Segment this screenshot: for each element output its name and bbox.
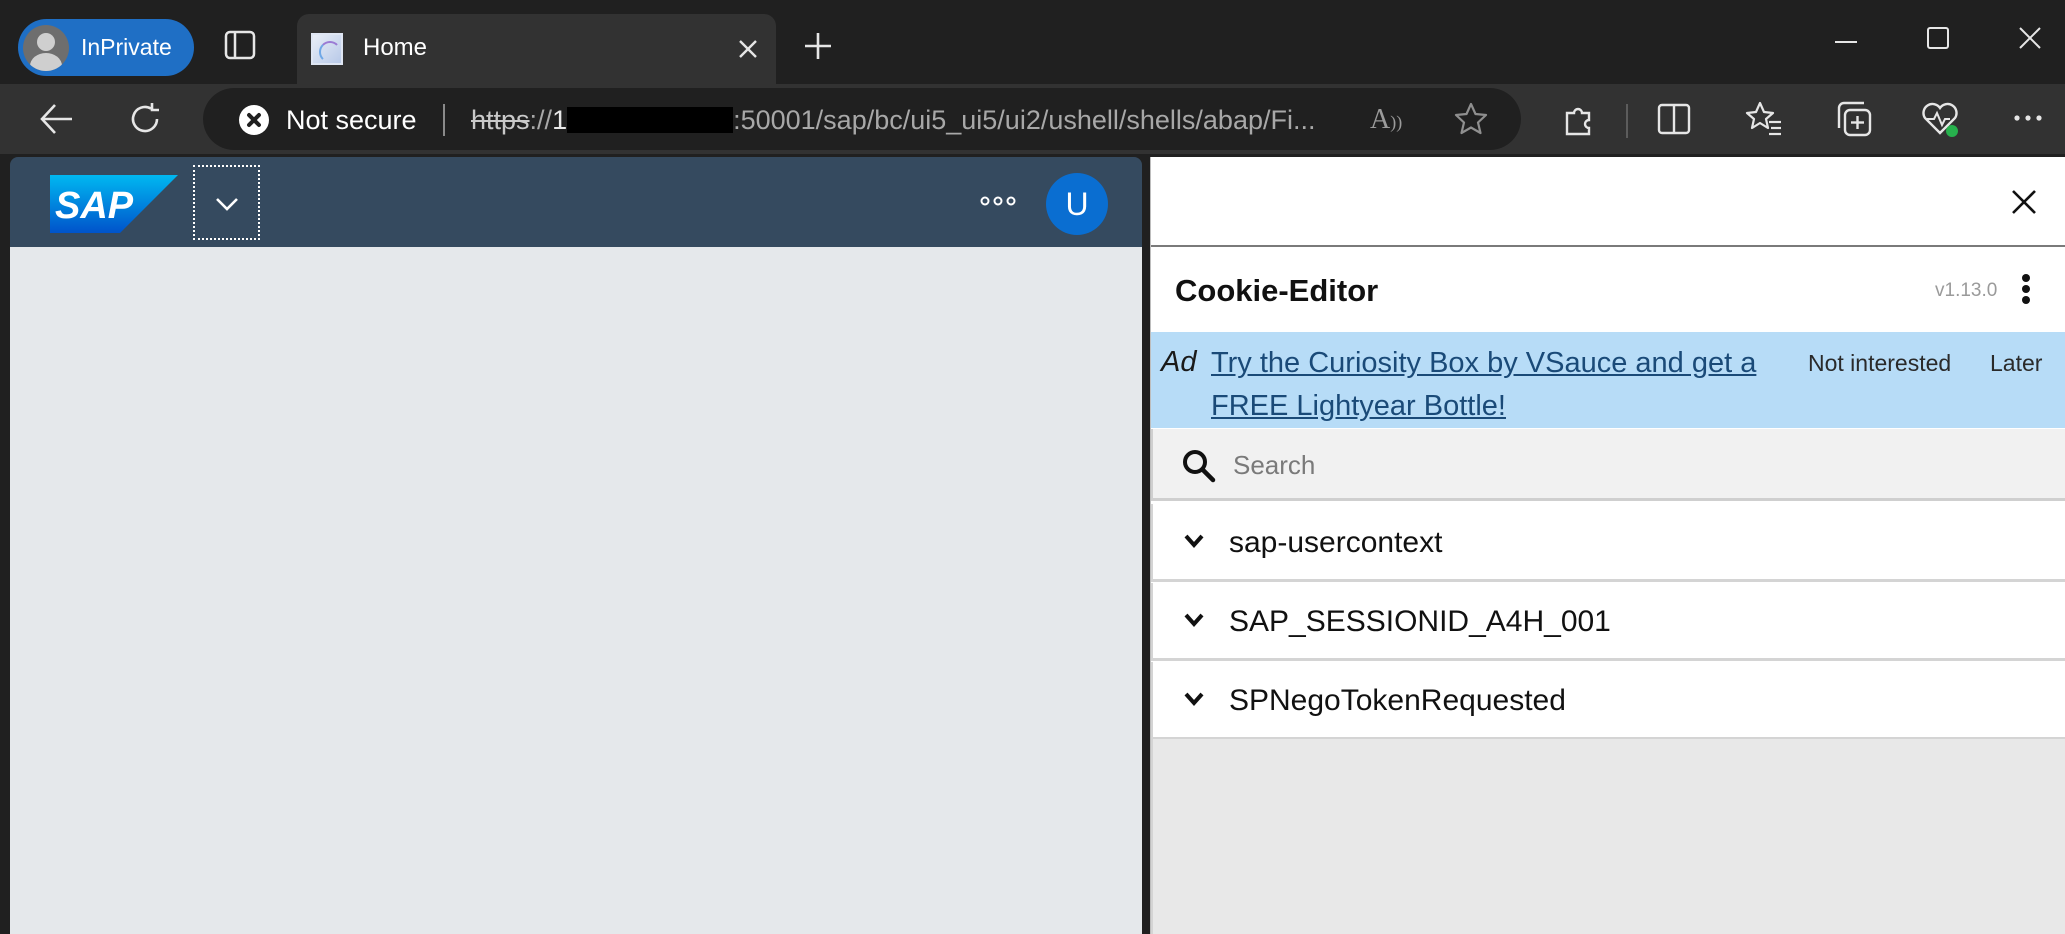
address-divider [443, 104, 445, 136]
minimize-icon[interactable] [1832, 24, 1860, 52]
favorites-icon[interactable] [1745, 100, 1783, 138]
chevron-down-icon [216, 198, 238, 211]
close-window-icon[interactable] [2016, 24, 2044, 52]
kebab-menu-icon[interactable] [2021, 273, 2031, 305]
user-avatar[interactable]: U [1046, 173, 1108, 235]
ad-banner: Ad Try the Curiosity Box by VSauce and g… [1151, 332, 2065, 428]
collections-icon[interactable] [1835, 100, 1873, 138]
read-aloud-icon[interactable]: A)) [1370, 104, 1402, 136]
back-icon[interactable] [38, 101, 76, 137]
sap-shell-bar: SAP U [10, 157, 1142, 247]
inprivate-profile-button[interactable]: InPrivate [18, 19, 194, 76]
browser-essentials-icon[interactable] [1920, 99, 1962, 139]
cookie-row[interactable]: SPNegoTokenRequested [1151, 662, 2065, 740]
chevron-down-icon[interactable] [1183, 612, 1205, 628]
split-screen-icon[interactable] [1656, 102, 1692, 136]
inprivate-label: InPrivate [81, 34, 172, 60]
browser-toolbar: Not secure https://1 :50001/sap/bc/ui5_ui… [0, 84, 2065, 154]
ad-link[interactable]: Try the Curiosity Box by VSauce and get … [1211, 342, 1771, 428]
search-icon [1183, 450, 1216, 483]
address-bar[interactable]: Not secure https://1 :50001/sap/bc/ui5_ui… [203, 88, 1521, 150]
sap-content-area [10, 247, 1142, 934]
cookie-list-empty-area [1151, 739, 2065, 934]
profile-avatar-icon [23, 24, 69, 71]
chevron-down-icon[interactable] [1183, 691, 1205, 707]
tab-actions-icon[interactable] [224, 30, 256, 60]
cookie-editor-title: Cookie-Editor [1175, 273, 1379, 308]
url-separator: :// [529, 105, 553, 135]
search-input[interactable] [1233, 443, 2013, 487]
panel-header [1151, 157, 2065, 247]
not-interested-button[interactable]: Not interested [1808, 350, 1951, 377]
url-scheme: https [471, 105, 530, 135]
extensions-icon[interactable] [1561, 101, 1597, 137]
security-status[interactable]: Not secure [286, 105, 417, 136]
toolbar-divider [1626, 104, 1628, 138]
cookie-row[interactable]: sap-usercontext [1151, 504, 2065, 582]
close-tab-icon[interactable] [736, 37, 760, 61]
tab-favicon-icon [311, 33, 343, 65]
new-tab-icon[interactable] [803, 31, 833, 61]
refresh-icon[interactable] [127, 101, 163, 137]
later-button[interactable]: Later [1990, 350, 2042, 377]
more-options-icon[interactable] [978, 191, 1018, 211]
not-secure-icon[interactable] [239, 105, 269, 135]
cookie-name: SPNegoTokenRequested [1229, 684, 1566, 717]
browser-window: InPrivate Home Not secure https://1:500… [0, 0, 2065, 934]
favorite-star-icon[interactable] [1453, 101, 1489, 137]
settings-more-icon[interactable] [2012, 110, 2044, 126]
tab-bar: InPrivate Home [0, 0, 2065, 84]
sap-logo[interactable]: SAP [50, 175, 178, 233]
cookie-row[interactable]: SAP_SESSIONID_A4H_001 [1151, 583, 2065, 661]
url-text[interactable]: https://1 :50001/sap/bc/ui5_ui5/ui2/ushel… [471, 105, 1315, 136]
ad-tag: Ad [1161, 346, 1197, 378]
redacted-host [567, 107, 734, 133]
cookie-name: sap-usercontext [1229, 526, 1443, 559]
chevron-down-icon[interactable] [1183, 533, 1205, 549]
app-menu-dropdown[interactable] [193, 165, 260, 240]
cookie-editor-panel: Cookie-Editor v1.13.0 Ad Try the Curiosi… [1150, 157, 2065, 934]
url-host-start: 1 [552, 105, 568, 135]
close-panel-icon[interactable] [2009, 187, 2039, 217]
cookie-name: SAP_SESSIONID_A4H_001 [1229, 605, 1611, 638]
tab-home[interactable]: Home [297, 14, 776, 84]
search-bar [1151, 429, 2065, 501]
maximize-icon[interactable] [1924, 24, 1952, 52]
svg-text:SAP: SAP [55, 185, 134, 227]
version-label: v1.13.0 [1935, 280, 1998, 301]
tab-title: Home [363, 34, 428, 61]
url-path: :50001/sap/bc/ui5_ui5/ui2/ushell/shells/… [733, 105, 1316, 135]
